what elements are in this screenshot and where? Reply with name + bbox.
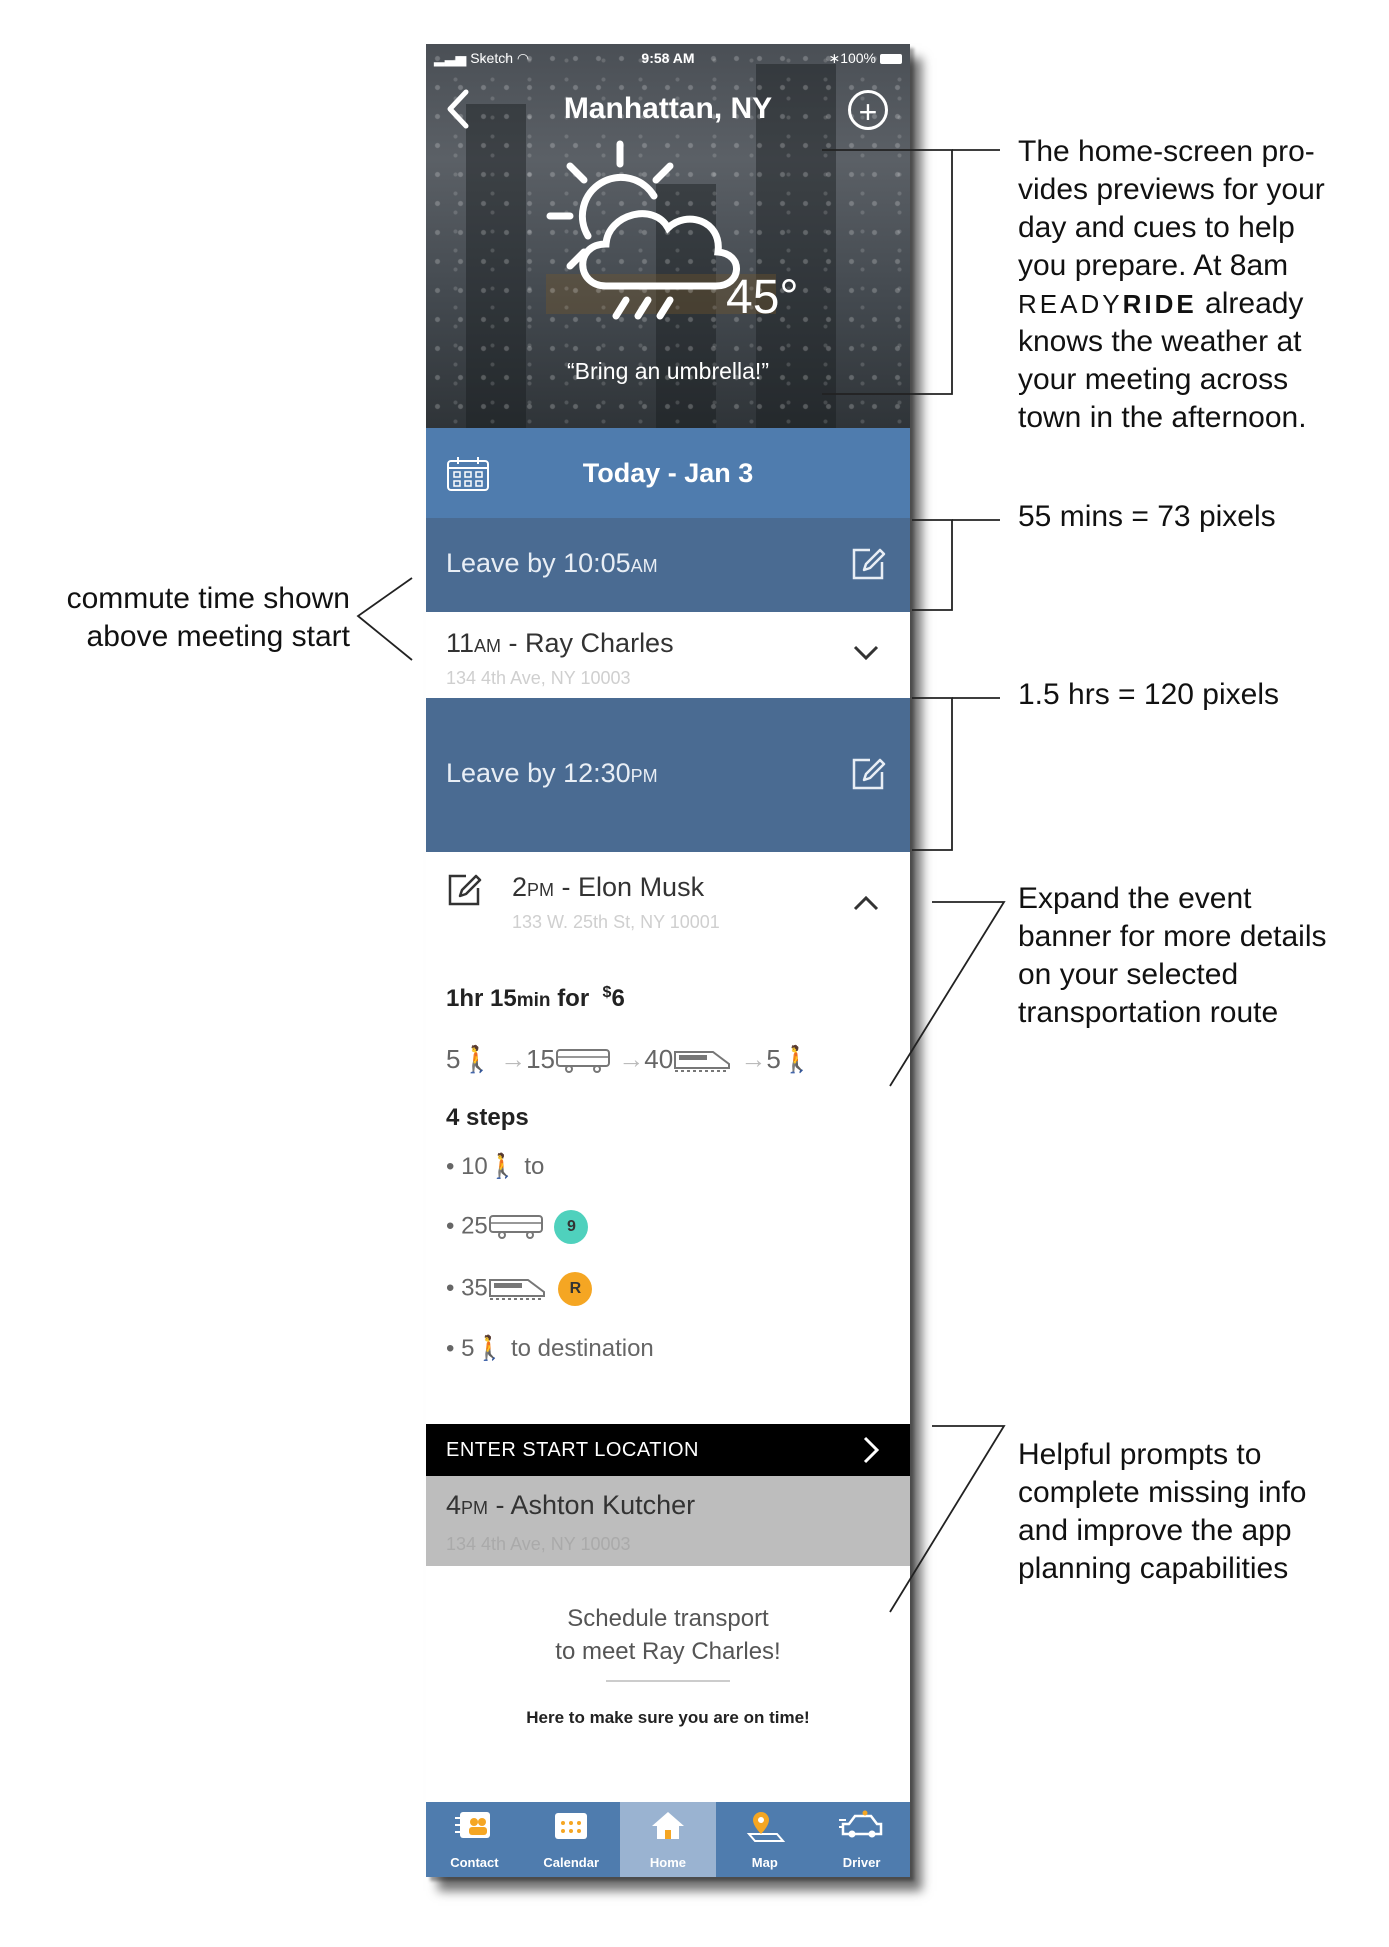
- annotation-55-mins: 55 mins = 73 pixels: [1018, 500, 1276, 533]
- leader-expand: [889, 901, 1006, 1087]
- bracket-55-mins: [912, 519, 953, 611]
- annotation-1-5-hrs: 1.5 hrs = 120 pixels: [1018, 678, 1279, 711]
- annotation-prompts: Helpful prompts to complete missing info…: [1018, 1438, 1307, 1585]
- leader-commute: [356, 577, 413, 661]
- annotation-home-screen: The home-screen pro- vides previews for …: [1018, 135, 1325, 434]
- annotation-commute: commute time shown above meeting start: [66, 582, 350, 653]
- bracket-home: [822, 149, 953, 395]
- bracket-1-5-hrs: [912, 697, 953, 851]
- annotation-expand: Expand the event banner for more details…: [1018, 882, 1327, 1029]
- leader-prompts: [889, 1425, 1006, 1613]
